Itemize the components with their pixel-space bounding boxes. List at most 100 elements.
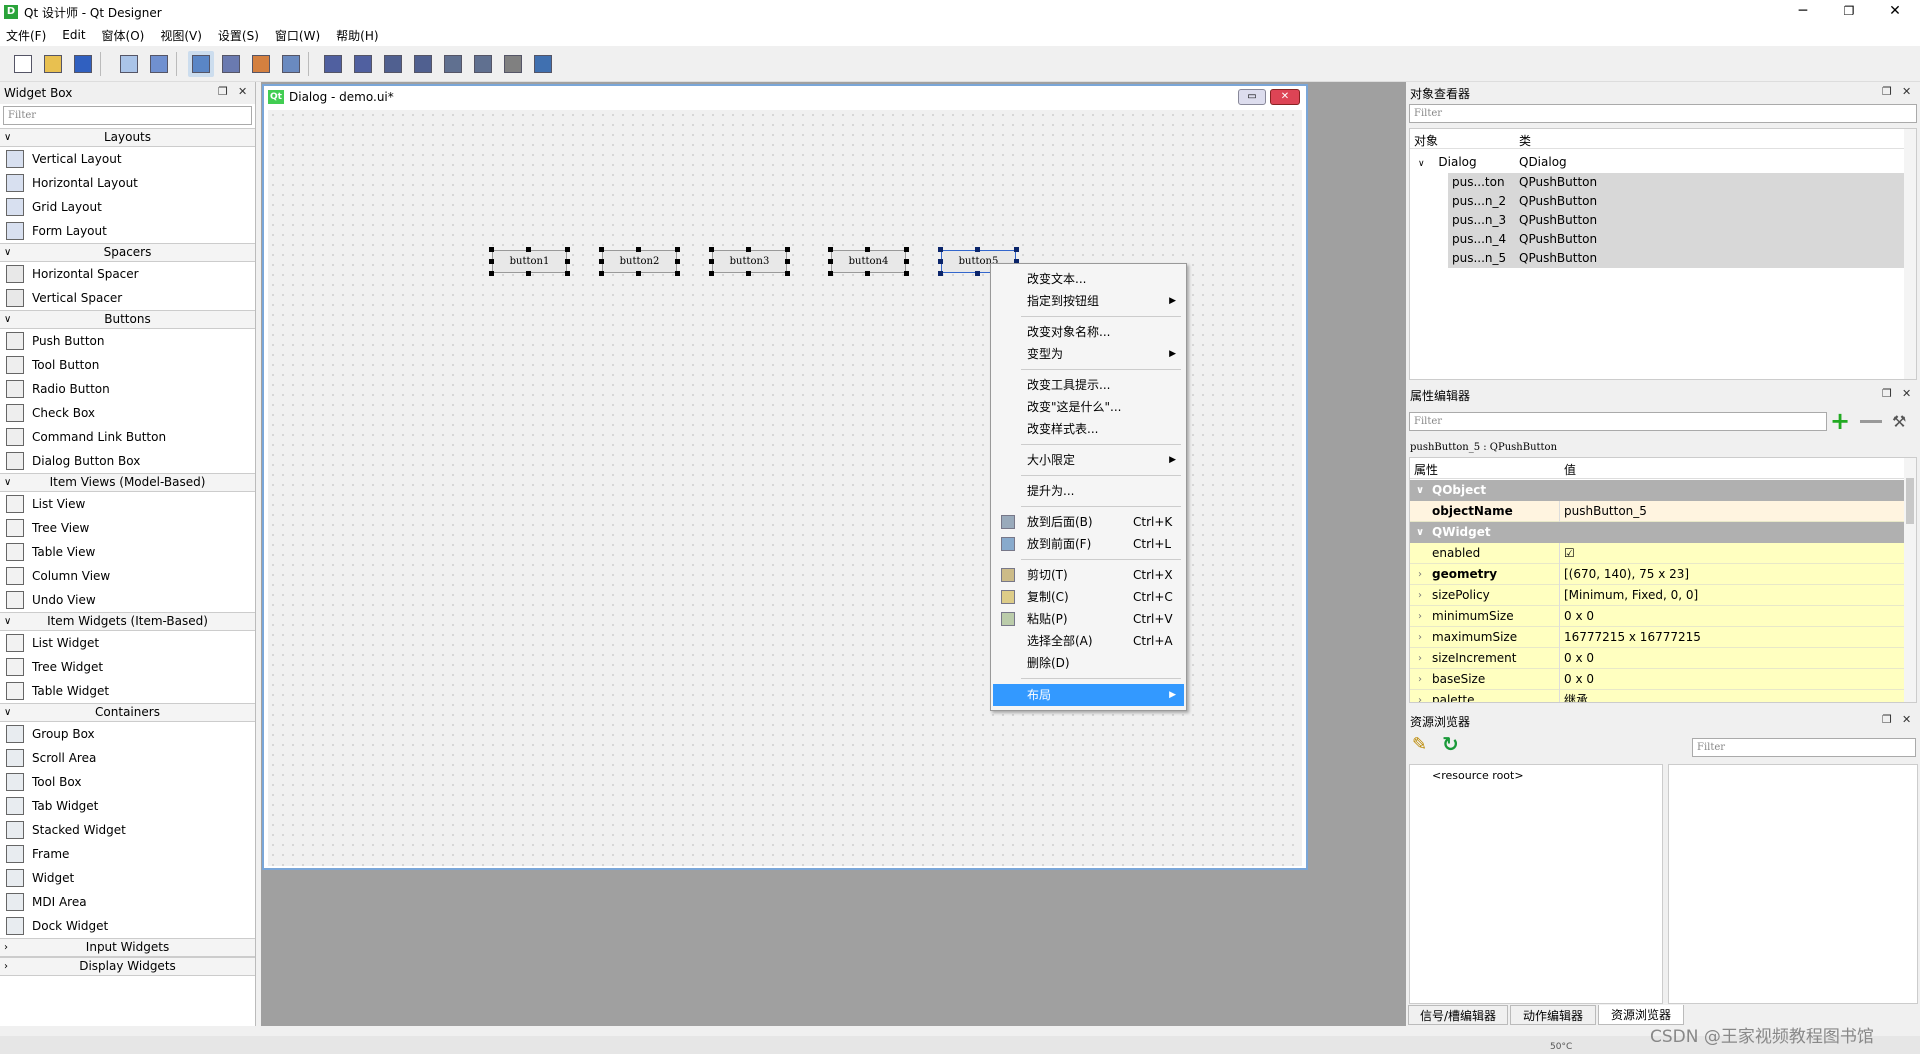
close-icon[interactable]: ✕ xyxy=(1902,85,1911,98)
edit-widgets-icon[interactable] xyxy=(188,51,214,77)
tree-row-selected[interactable] xyxy=(1448,192,1904,211)
reload-icon[interactable]: ↻ xyxy=(1442,732,1459,756)
bottom-tab-0[interactable]: 信号/槽编辑器 xyxy=(1408,1005,1508,1025)
context-menu-item[interactable]: 删除(D) xyxy=(993,652,1184,674)
property-row[interactable]: enabled ☑ xyxy=(1410,543,1904,564)
widget-item-dock-widget[interactable]: Dock Widget xyxy=(0,914,255,938)
break-layout-icon[interactable] xyxy=(500,51,526,77)
maximize-icon[interactable]: ❐ xyxy=(1826,0,1872,24)
widget-item-push-button[interactable]: Push Button xyxy=(0,329,255,353)
pencil-icon[interactable]: ✎ xyxy=(1412,734,1427,755)
bring-to-front-icon[interactable] xyxy=(146,51,172,77)
widget-item-scroll-area[interactable]: Scroll Area xyxy=(0,746,255,770)
object-tree-scrollbar[interactable] xyxy=(1904,129,1916,379)
splitter-horizontal-icon[interactable] xyxy=(380,51,406,77)
widget-item-tree-widget[interactable]: Tree Widget xyxy=(0,655,255,679)
category-header[interactable]: ∨ Layouts xyxy=(0,128,255,147)
context-menu-item[interactable]: 改变"这是什么"... xyxy=(993,396,1184,418)
column-header-property[interactable]: 属性 xyxy=(1414,461,1438,478)
context-menu-item[interactable]: 选择全部(A) Ctrl+A xyxy=(993,630,1184,652)
selection-handle[interactable] xyxy=(904,259,909,264)
edit-tab-order-icon[interactable] xyxy=(278,51,304,77)
layout-form-icon[interactable] xyxy=(470,51,496,77)
splitter-vertical-icon[interactable] xyxy=(410,51,436,77)
context-menu-item[interactable]: 变型为 ▶ xyxy=(993,343,1184,365)
context-menu-item[interactable]: 改变对象名称... xyxy=(993,321,1184,343)
widget-item-tree-view[interactable]: Tree View xyxy=(0,516,255,540)
selection-handle[interactable] xyxy=(785,259,790,264)
selection-handle[interactable] xyxy=(565,247,570,252)
context-menu-item[interactable]: 剪切(T) Ctrl+X xyxy=(993,564,1184,586)
widget-item-form-layout[interactable]: Form Layout xyxy=(0,219,255,243)
float-icon[interactable]: ❐ xyxy=(1882,387,1892,400)
selection-handle[interactable] xyxy=(828,271,833,276)
selection-handle[interactable] xyxy=(1014,247,1019,252)
tree-row-selected[interactable] xyxy=(1448,249,1904,268)
menu-item-0[interactable]: 文件(F) xyxy=(6,27,46,44)
widget-item-dialog-button-box[interactable]: Dialog Button Box xyxy=(0,449,255,473)
resource-root-item[interactable]: <resource root> xyxy=(1432,769,1524,782)
widget-item-column-view[interactable]: Column View xyxy=(0,564,255,588)
selection-handle[interactable] xyxy=(865,247,870,252)
selection-handle[interactable] xyxy=(828,247,833,252)
property-row[interactable]: › geometry [(670, 140), 75 x 23] xyxy=(1410,564,1904,585)
send-to-back-icon[interactable] xyxy=(116,51,142,77)
close-icon[interactable]: ✕ xyxy=(238,85,247,98)
close-icon[interactable]: ✕ xyxy=(1902,713,1911,726)
edit-buddies-icon[interactable] xyxy=(248,51,274,77)
column-header-object[interactable]: 对象 xyxy=(1414,132,1438,149)
layout-vertical-icon[interactable] xyxy=(350,51,376,77)
column-header-class[interactable]: 类 xyxy=(1519,132,1531,149)
edit-signals-slots-icon[interactable] xyxy=(218,51,244,77)
widget-item-list-widget[interactable]: List Widget xyxy=(0,631,255,655)
selection-handle[interactable] xyxy=(904,247,909,252)
tree-row-dialog[interactable]: ∨ Dialog xyxy=(1418,153,1477,172)
property-row[interactable]: › palette 继承 xyxy=(1410,690,1904,702)
selection-handle[interactable] xyxy=(565,271,570,276)
widget-item-vertical-layout[interactable]: Vertical Layout xyxy=(0,147,255,171)
widget-filter-input[interactable]: Filter xyxy=(3,106,252,125)
selection-handle[interactable] xyxy=(904,271,909,276)
context-menu-item[interactable]: 布局 ▶ xyxy=(993,684,1184,706)
float-icon[interactable]: ❐ xyxy=(218,85,228,98)
form-push-button-1[interactable]: button1 xyxy=(492,250,567,273)
close-icon[interactable]: ✕ xyxy=(1872,0,1918,24)
menu-item-2[interactable]: 窗体(O) xyxy=(102,27,145,44)
selection-handle[interactable] xyxy=(599,259,604,264)
selection-handle[interactable] xyxy=(938,271,943,276)
widget-item-stacked-widget[interactable]: Stacked Widget xyxy=(0,818,255,842)
float-icon[interactable]: ❐ xyxy=(1882,713,1892,726)
widget-item-list-view[interactable]: List View xyxy=(0,492,255,516)
tree-row-selected[interactable] xyxy=(1448,230,1904,249)
property-filter-input[interactable]: Filter xyxy=(1409,412,1827,431)
context-menu-item[interactable]: 大小限定 ▶ xyxy=(993,449,1184,471)
property-scrollbar[interactable] xyxy=(1904,458,1916,702)
selection-handle[interactable] xyxy=(709,247,714,252)
property-row[interactable]: › sizeIncrement 0 x 0 xyxy=(1410,648,1904,669)
widget-item-mdi-area[interactable]: MDI Area xyxy=(0,890,255,914)
context-menu-item[interactable]: 放到后面(B) Ctrl+K xyxy=(993,511,1184,533)
selection-handle[interactable] xyxy=(785,247,790,252)
selection-handle[interactable] xyxy=(489,271,494,276)
widget-item-frame[interactable]: Frame xyxy=(0,842,255,866)
close-icon[interactable]: ✕ xyxy=(1902,387,1911,400)
resource-filter-input[interactable]: Filter xyxy=(1692,738,1916,757)
tree-row-selected[interactable] xyxy=(1448,173,1904,192)
widget-item-tool-box[interactable]: Tool Box xyxy=(0,770,255,794)
property-group-header[interactable]: ∨ QObject xyxy=(1410,480,1904,501)
object-filter-input[interactable]: Filter xyxy=(1409,104,1917,123)
widget-item-grid-layout[interactable]: Grid Layout xyxy=(0,195,255,219)
menu-item-3[interactable]: 视图(V) xyxy=(160,27,202,44)
new-file-icon[interactable] xyxy=(10,51,36,77)
category-header[interactable]: › Display Widgets xyxy=(0,957,255,976)
context-menu-item[interactable]: 放到前面(F) Ctrl+L xyxy=(993,533,1184,555)
dialog-minimize-icon[interactable]: ▭ xyxy=(1238,89,1266,105)
configure-icon[interactable]: ⚒ xyxy=(1892,412,1906,431)
selection-handle[interactable] xyxy=(675,259,680,264)
selection-handle[interactable] xyxy=(938,247,943,252)
dialog-close-icon[interactable]: ✕ xyxy=(1270,89,1300,105)
menu-item-4[interactable]: 设置(S) xyxy=(218,27,259,44)
widget-item-vertical-spacer[interactable]: Vertical Spacer xyxy=(0,286,255,310)
widget-item-tool-button[interactable]: Tool Button xyxy=(0,353,255,377)
context-menu-item[interactable]: 粘贴(P) Ctrl+V xyxy=(993,608,1184,630)
